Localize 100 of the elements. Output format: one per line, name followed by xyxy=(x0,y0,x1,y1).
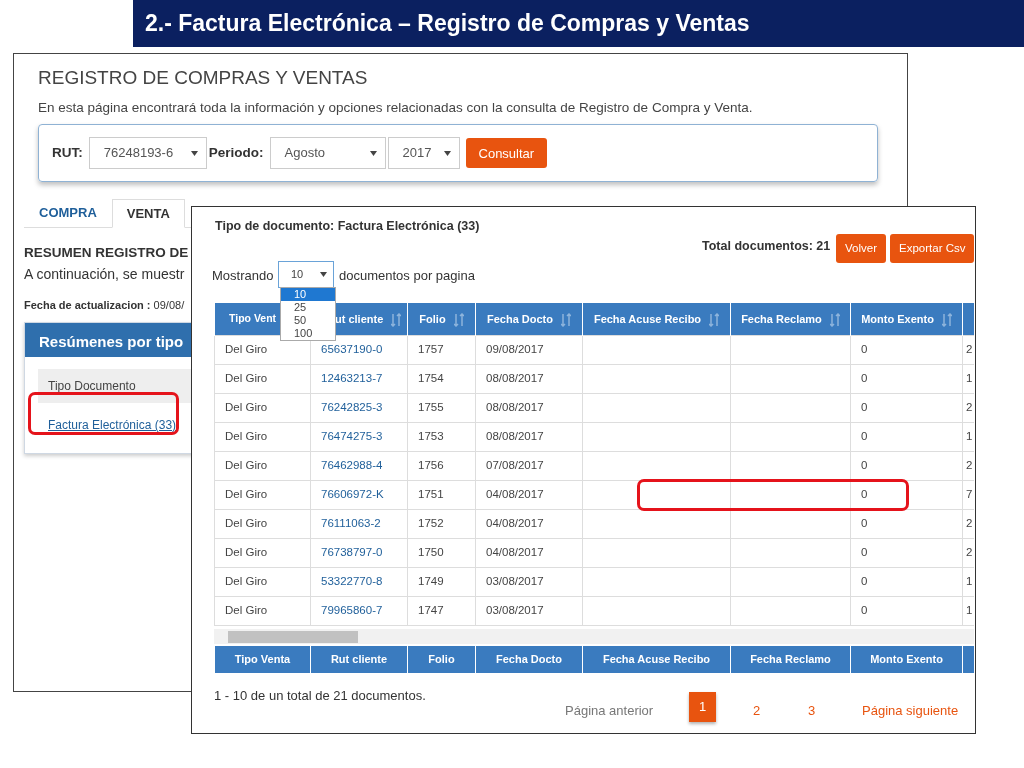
table-cell: Del Giro xyxy=(225,342,268,355)
table-cell: 0 xyxy=(861,516,868,529)
horizontal-scrollbar[interactable] xyxy=(214,629,974,644)
showing-label: Mostrando xyxy=(212,267,274,285)
table-cell: 0 xyxy=(861,429,868,442)
rut-label: RUT: xyxy=(52,143,83,162)
tab[interactable]: COMPRA xyxy=(24,199,112,227)
column-header: Fecha Docto xyxy=(496,653,562,666)
period-label: Periodo: xyxy=(208,143,264,162)
table-cell: 04/08/2017 xyxy=(486,545,544,558)
table-cell: 1 xyxy=(966,429,973,442)
table-cell: 0 xyxy=(861,545,868,558)
table-cell: 1751 xyxy=(418,487,444,500)
table-cell: 2 xyxy=(966,458,973,471)
summary-text: A continuación, se muestr xyxy=(24,265,185,284)
update-date-text: Fecha de actualizacion : 09/08/ xyxy=(24,298,185,313)
table-cell: Del Giro xyxy=(225,574,268,587)
table-cell: 1754 xyxy=(418,371,444,384)
caret-icon xyxy=(369,150,377,156)
column-header: Fecha Acuse Recibo xyxy=(602,653,711,666)
table-cell: 04/08/2017 xyxy=(486,516,544,529)
column-header[interactable]: Folio xyxy=(419,312,446,325)
pagination-link: Página anterior xyxy=(559,697,660,725)
table-cell: 08/08/2017 xyxy=(486,400,544,413)
dropdown-option[interactable]: 10 xyxy=(281,288,335,301)
table-cell: 1747 xyxy=(418,603,444,616)
consultar-button[interactable]: Consultar xyxy=(465,138,548,168)
table-cell: 09/08/2017 xyxy=(486,342,544,355)
results-summary: 1 - 10 de un total de 21 documentos. xyxy=(214,687,426,705)
detail-title: Tipo de documento: Factura Electrónica (33) xyxy=(215,218,480,235)
intro-text: En esta página encontrará toda la información y opciones relacionadas con la consulta de Registro de Compra y Venta. xyxy=(38,99,753,117)
table-cell: 08/08/2017 xyxy=(486,371,544,384)
table-cell: Del Giro xyxy=(225,545,268,558)
table-cell: 7 xyxy=(966,487,973,500)
table-cell: 1752 xyxy=(418,516,444,529)
total-documents: Total documentos: 21 xyxy=(702,238,831,255)
table-cell: Del Giro xyxy=(225,516,268,529)
tab[interactable]: VENTA xyxy=(111,199,185,228)
table-cell: 0 xyxy=(861,371,868,384)
table-cell: 1 xyxy=(966,371,973,384)
document-type-link[interactable]: Factura Electrónica (33) xyxy=(48,416,177,434)
table-cell: 07/08/2017 xyxy=(486,458,544,471)
column-header: Fecha Reclamo xyxy=(750,653,831,666)
export-button[interactable]: Exportar Csv xyxy=(890,234,975,264)
page-heading: REGISTRO DE COMPRAS Y VENTAS xyxy=(38,66,368,90)
page-button[interactable]: 3 xyxy=(802,697,822,725)
table-cell: 0 xyxy=(861,603,868,616)
page-button[interactable]: 1 xyxy=(689,692,716,722)
table-cell: 04/08/2017 xyxy=(486,487,544,500)
column-header[interactable]: Tipo Vent xyxy=(229,311,277,324)
page-button[interactable]: 2 xyxy=(747,697,767,725)
column-header: Monto Exento xyxy=(870,653,943,666)
table-cell: Del Giro xyxy=(225,400,268,413)
sort-icon[interactable] xyxy=(561,312,571,327)
table-cell: Del Giro xyxy=(225,429,268,442)
back-button[interactable]: Volver xyxy=(836,234,886,264)
column-header: Folio xyxy=(428,653,455,666)
sort-icon[interactable] xyxy=(391,312,402,327)
table-cell: Del Giro xyxy=(225,487,268,500)
table-cell: 1757 xyxy=(418,342,444,355)
table-cell: 03/08/2017 xyxy=(486,574,544,587)
column-header: Tipo Venta xyxy=(234,653,291,666)
table-cell: 1 xyxy=(966,603,973,616)
rut-select[interactable]: 76248193-6 xyxy=(88,137,207,169)
table-cell: 1755 xyxy=(418,400,444,413)
table-cell: 1756 xyxy=(418,458,444,471)
table-cell: 0 xyxy=(861,342,868,355)
table-cell: 0 xyxy=(861,458,868,471)
dropdown-option[interactable]: 25 xyxy=(281,301,335,314)
table-cell: 1750 xyxy=(418,545,444,558)
table-cell: 2 xyxy=(966,545,973,558)
caret-icon xyxy=(190,150,198,156)
summary-title: RESUMEN REGISTRO DE xyxy=(24,244,189,262)
month-select[interactable]: Agosto xyxy=(269,137,386,169)
table-cell: 2 xyxy=(966,400,973,413)
table-cell: Del Giro xyxy=(225,603,268,616)
showing-suffix: documentos por pagina xyxy=(339,267,475,285)
table-cell: 08/08/2017 xyxy=(486,429,544,442)
column-header: Rut cliente xyxy=(330,653,388,666)
sort-icon[interactable] xyxy=(453,312,464,327)
pagination-link[interactable]: Página siguiente xyxy=(856,697,965,725)
sort-icon[interactable] xyxy=(941,312,952,327)
table-cell: 2 xyxy=(966,342,973,355)
sort-icon[interactable] xyxy=(829,312,840,327)
table-cell: 1753 xyxy=(418,429,444,442)
table-cell: 0 xyxy=(861,400,868,413)
caret-icon xyxy=(320,272,327,277)
sort-icon[interactable] xyxy=(709,312,720,327)
table-cell: 0 xyxy=(861,574,868,587)
page-size-select[interactable]: 10 xyxy=(278,261,334,288)
table-cell: Del Giro xyxy=(225,458,268,471)
table-cell: 1 xyxy=(966,574,973,587)
slide-title: 2.- Factura Electrónica – Registro de Compras y Ventas xyxy=(133,0,1024,47)
year-select[interactable]: 2017 xyxy=(387,137,460,169)
table-cell: 0 xyxy=(861,487,868,500)
table-cell: 1749 xyxy=(418,574,444,587)
table-cell: Del Giro xyxy=(225,371,268,384)
table-cell: 2 xyxy=(966,516,973,529)
caret-icon xyxy=(443,150,451,156)
table-cell: 03/08/2017 xyxy=(486,603,544,616)
